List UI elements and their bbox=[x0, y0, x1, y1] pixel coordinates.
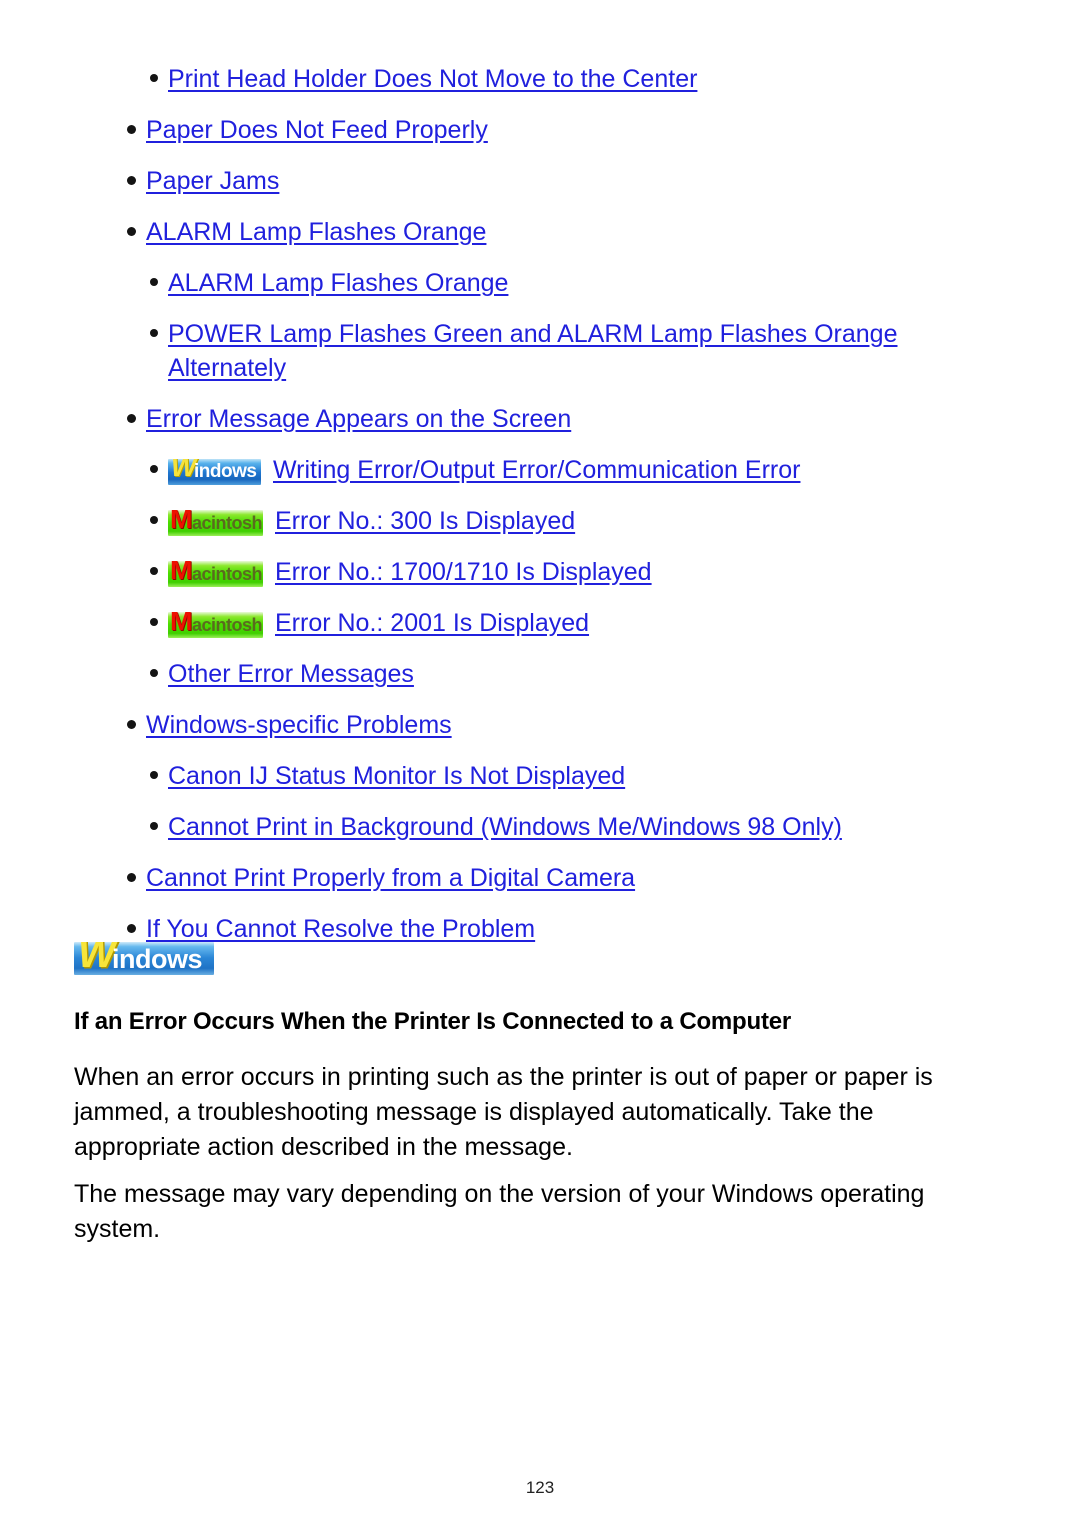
windows-badge-lead-letter: W bbox=[171, 459, 197, 482]
toc-link[interactable]: Paper Jams bbox=[146, 164, 279, 198]
macintosh-badge-lead-letter: M bbox=[170, 561, 192, 585]
bullet-icon bbox=[150, 669, 158, 677]
bullet-icon bbox=[127, 176, 136, 185]
macintosh-platform-badge-icon: Macintosh bbox=[168, 510, 263, 536]
table-of-contents: Print Head Holder Does Not Move to the C… bbox=[0, 62, 1080, 963]
toc-link[interactable]: ALARM Lamp Flashes Orange bbox=[146, 215, 486, 249]
toc-link[interactable]: Other Error Messages bbox=[168, 657, 414, 691]
toc-item[interactable]: Cannot Print Properly from a Digital Cam… bbox=[0, 861, 1080, 895]
section-heading: If an Error Occurs When the Printer Is C… bbox=[74, 1008, 792, 1035]
toc-link[interactable]: If You Cannot Resolve the Problem bbox=[146, 912, 535, 946]
toc-item[interactable]: If You Cannot Resolve the Problem bbox=[0, 912, 1080, 946]
macintosh-badge-rest-text: acintosh bbox=[192, 564, 263, 584]
bullet-icon bbox=[127, 924, 136, 933]
toc-link[interactable]: Writing Error/Output Error/Communication… bbox=[273, 453, 800, 487]
toc-link[interactable]: Windows-specific Problems bbox=[146, 708, 452, 742]
toc-item[interactable]: Canon IJ Status Monitor Is Not Displayed bbox=[0, 759, 1080, 793]
bullet-icon bbox=[127, 125, 136, 134]
toc-item[interactable]: Macintosh Error No.: 2001 Is Displayed bbox=[0, 606, 1080, 640]
toc-link[interactable]: POWER Lamp Flashes Green and ALARM Lamp … bbox=[168, 317, 958, 385]
windows-banner-lead-letter: W bbox=[78, 942, 116, 975]
toc-item[interactable]: Error Message Appears on the Screen bbox=[0, 402, 1080, 436]
macintosh-badge-lead-letter: M bbox=[170, 612, 192, 636]
bullet-icon bbox=[127, 720, 136, 729]
toc-item[interactable]: Macintosh Error No.: 300 Is Displayed bbox=[0, 504, 1080, 538]
body-paragraph-2: The message may vary depending on the ve… bbox=[74, 1180, 925, 1243]
toc-link[interactable]: Error No.: 1700/1710 Is Displayed bbox=[275, 555, 652, 589]
bullet-icon bbox=[150, 329, 158, 337]
toc-link[interactable]: Paper Does Not Feed Properly bbox=[146, 113, 488, 147]
toc-item[interactable]: ALARM Lamp Flashes Orange bbox=[0, 266, 1080, 300]
macintosh-platform-badge-icon: Macintosh bbox=[168, 561, 263, 587]
document-page: Print Head Holder Does Not Move to the C… bbox=[0, 0, 1080, 1528]
bullet-icon bbox=[150, 822, 158, 830]
macintosh-badge-rest-text: acintosh bbox=[192, 615, 263, 635]
bullet-icon bbox=[150, 567, 158, 575]
bullet-icon bbox=[150, 618, 158, 626]
windows-banner-rest-text: indows bbox=[112, 944, 203, 974]
toc-link[interactable]: Canon IJ Status Monitor Is Not Displayed bbox=[168, 759, 625, 793]
bullet-icon bbox=[150, 74, 158, 82]
macintosh-badge-rest-text: acintosh bbox=[192, 513, 263, 533]
bullet-icon bbox=[127, 414, 136, 423]
toc-link[interactable]: ALARM Lamp Flashes Orange bbox=[168, 266, 508, 300]
toc-item[interactable]: Paper Jams bbox=[0, 164, 1080, 198]
toc-item[interactable]: POWER Lamp Flashes Green and ALARM Lamp … bbox=[0, 317, 1080, 385]
bullet-icon bbox=[127, 873, 136, 882]
windows-badge-rest-text: indows bbox=[194, 461, 257, 482]
windows-platform-banner: W indows bbox=[74, 942, 214, 975]
bullet-icon bbox=[127, 227, 136, 236]
macintosh-platform-badge-icon: Macintosh bbox=[168, 612, 263, 638]
bullet-icon bbox=[150, 771, 158, 779]
macintosh-badge-lead-letter: M bbox=[170, 510, 192, 534]
toc-item[interactable]: Windows Writing Error/Output Error/Commun… bbox=[0, 453, 1080, 487]
toc-link[interactable]: Error Message Appears on the Screen bbox=[146, 402, 571, 436]
toc-link[interactable]: Error No.: 300 Is Displayed bbox=[275, 504, 575, 538]
toc-link[interactable]: Print Head Holder Does Not Move to the C… bbox=[168, 62, 697, 96]
bullet-icon bbox=[150, 465, 158, 473]
toc-item[interactable]: Macintosh Error No.: 1700/1710 Is Display… bbox=[0, 555, 1080, 589]
toc-item[interactable]: Paper Does Not Feed Properly bbox=[0, 113, 1080, 147]
toc-item[interactable]: ALARM Lamp Flashes Orange bbox=[0, 215, 1080, 249]
toc-item[interactable]: Windows-specific Problems bbox=[0, 708, 1080, 742]
toc-item[interactable]: Cannot Print in Background (Windows Me/W… bbox=[0, 810, 1080, 844]
windows-platform-badge-icon: Windows bbox=[168, 459, 261, 485]
toc-link[interactable]: Cannot Print in Background (Windows Me/W… bbox=[168, 810, 842, 844]
toc-item[interactable]: Print Head Holder Does Not Move to the C… bbox=[0, 62, 1080, 96]
bullet-icon bbox=[150, 278, 158, 286]
body-paragraph-1: When an error occurs in printing such as… bbox=[74, 1063, 933, 1161]
toc-link[interactable]: Cannot Print Properly from a Digital Cam… bbox=[146, 861, 635, 895]
page-number: 123 bbox=[525, 1478, 555, 1497]
bullet-icon bbox=[150, 516, 158, 524]
toc-link[interactable]: Error No.: 2001 Is Displayed bbox=[275, 606, 589, 640]
toc-item[interactable]: Other Error Messages bbox=[0, 657, 1080, 691]
